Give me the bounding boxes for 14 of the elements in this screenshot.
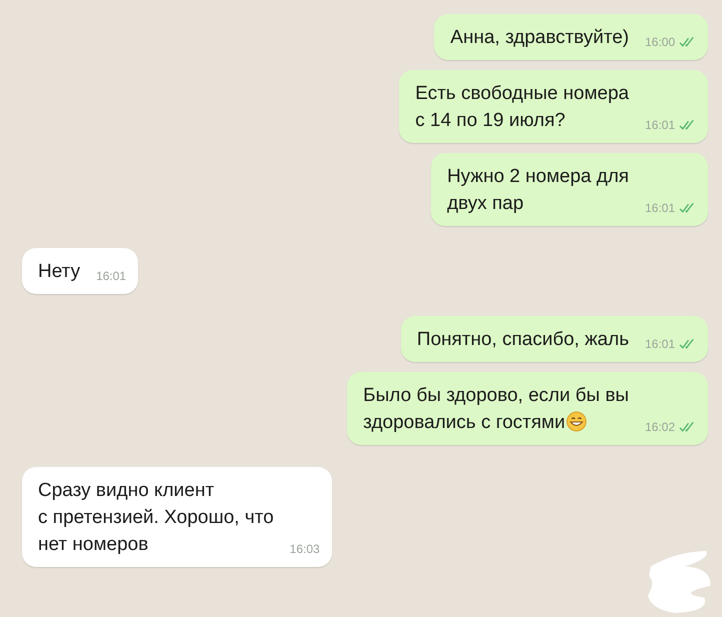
message-time: 16:01	[644, 117, 675, 134]
message-time: 16:00	[644, 34, 675, 51]
message-text: Нужно 2 номера для двух пар	[447, 166, 629, 214]
message-time: 16:03	[290, 541, 320, 558]
message-time: 16:01	[644, 336, 675, 353]
message-text: Понятно, спасибо, жаль	[416, 329, 629, 350]
message-time: 16:01	[96, 268, 126, 285]
message-time: 16:01	[644, 200, 675, 217]
message-time: 16:02	[644, 419, 675, 436]
message-text: Анна, здравствуйте)	[450, 27, 629, 48]
message-text: Есть свободные номера с 14 по 19 июля?	[415, 83, 629, 131]
message-text: Нету	[38, 261, 80, 282]
message-text: Было бы здорово, если бы вы здоровались с гостями	[363, 385, 629, 433]
message-text: Сразу видно клиент с претензией. Хорошо, что нет номеров	[38, 480, 274, 555]
